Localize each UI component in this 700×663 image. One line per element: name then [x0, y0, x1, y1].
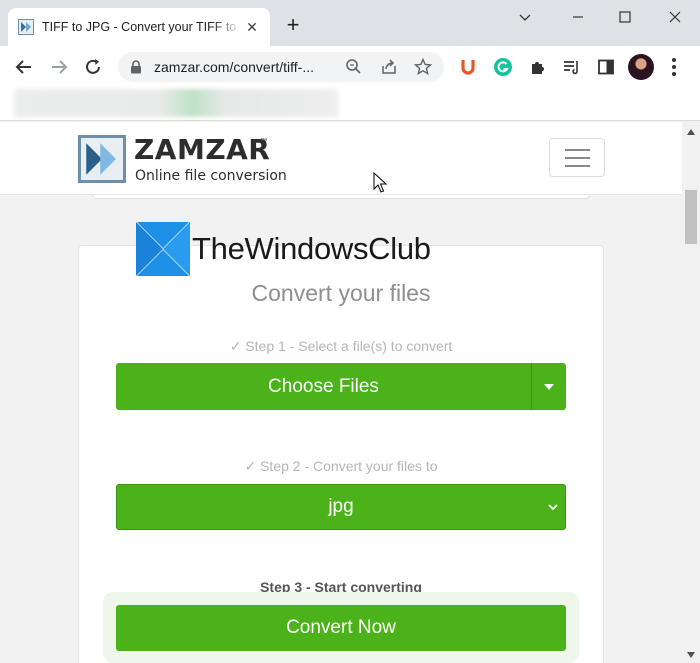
- hamburger-menu-button[interactable]: [549, 138, 605, 177]
- card-title: Convert your files: [251, 280, 431, 306]
- header-strip: [92, 195, 590, 199]
- watermark: TheWindowsClub: [136, 221, 431, 277]
- scroll-thumb[interactable]: [685, 190, 697, 244]
- minimize-icon[interactable]: [567, 6, 589, 28]
- hamburger-line: [565, 157, 590, 159]
- zamzar-logo[interactable]: ZAMZAR ™ Online file conversion: [78, 133, 298, 185]
- format-value: jpg: [328, 496, 354, 517]
- choose-files-button[interactable]: Choose Files: [116, 363, 566, 410]
- bookmarks-bar: [0, 88, 700, 121]
- scroll-down-icon[interactable]: [686, 651, 696, 659]
- reading-list-icon[interactable]: [561, 57, 581, 77]
- address-bar[interactable]: zamzar.com/convert/tiff-...: [118, 52, 444, 82]
- url-text[interactable]: zamzar.com/convert/tiff-...: [154, 59, 314, 75]
- zamzar-logo-mark-icon: [78, 135, 126, 183]
- window-close-icon[interactable]: [664, 6, 686, 28]
- profile-avatar[interactable]: [628, 54, 654, 80]
- blurred-bookmarks: [14, 89, 338, 117]
- choose-files-dropdown[interactable]: [531, 363, 566, 410]
- tab-close-icon[interactable]: ✕: [244, 19, 260, 35]
- watermark-text: TheWindowsClub: [192, 231, 431, 266]
- brand-name: ZAMZAR: [134, 133, 271, 166]
- page-scrollbar[interactable]: [682, 122, 700, 663]
- chevron-down-icon[interactable]: [514, 6, 536, 28]
- ublock-icon[interactable]: [458, 57, 478, 77]
- format-select[interactable]: jpg: [116, 484, 566, 530]
- hamburger-line: [565, 149, 590, 151]
- more-menu-icon[interactable]: [671, 56, 677, 78]
- forward-arrow-icon[interactable]: [47, 55, 71, 79]
- grammarly-icon[interactable]: [493, 57, 513, 77]
- hamburger-line: [565, 165, 590, 167]
- lock-icon[interactable]: [130, 60, 142, 74]
- reload-icon[interactable]: [81, 55, 105, 79]
- convert-now-label: Convert Now: [286, 617, 396, 638]
- star-icon[interactable]: [413, 57, 433, 77]
- site-header: ZAMZAR ™ Online file conversion: [0, 122, 682, 195]
- brand-tm: ™: [260, 138, 267, 145]
- zamzar-favicon-icon: [18, 19, 34, 35]
- brand-tagline: Online file conversion: [135, 168, 287, 184]
- choose-files-label: Choose Files: [268, 375, 379, 397]
- browser-toolbar: zamzar.com/convert/tiff-...: [0, 46, 700, 88]
- side-panel-icon[interactable]: [596, 57, 616, 77]
- convert-now-button[interactable]: Convert Now: [116, 605, 566, 651]
- caret-down-icon: [544, 383, 554, 390]
- mouse-cursor-icon: [373, 172, 387, 193]
- browser-tab[interactable]: TIFF to JPG - Convert your TIFF to JPG ✕: [8, 8, 270, 46]
- zoom-icon[interactable]: [344, 57, 364, 77]
- tab-bar: TIFF to JPG - Convert your TIFF to JPG ✕…: [0, 0, 700, 46]
- share-icon[interactable]: [379, 57, 399, 77]
- windows-logo-icon: [136, 222, 190, 276]
- web-page: ZAMZAR ™ Online file conversion TheWindo…: [0, 122, 682, 663]
- step1-label: ✓ Step 1 - Select a file(s) to convert: [229, 338, 453, 354]
- scroll-up-icon[interactable]: [686, 128, 696, 136]
- extensions-puzzle-icon[interactable]: [528, 57, 548, 77]
- new-tab-button[interactable]: +: [282, 14, 304, 37]
- chevron-down-icon: [548, 504, 558, 511]
- back-arrow-icon[interactable]: [12, 55, 36, 79]
- maximize-icon[interactable]: [614, 6, 636, 28]
- step2-label: ✓ Step 2 - Convert your files to: [244, 458, 438, 474]
- tab-title: TIFF to JPG - Convert your TIFF to JPG: [42, 20, 242, 34]
